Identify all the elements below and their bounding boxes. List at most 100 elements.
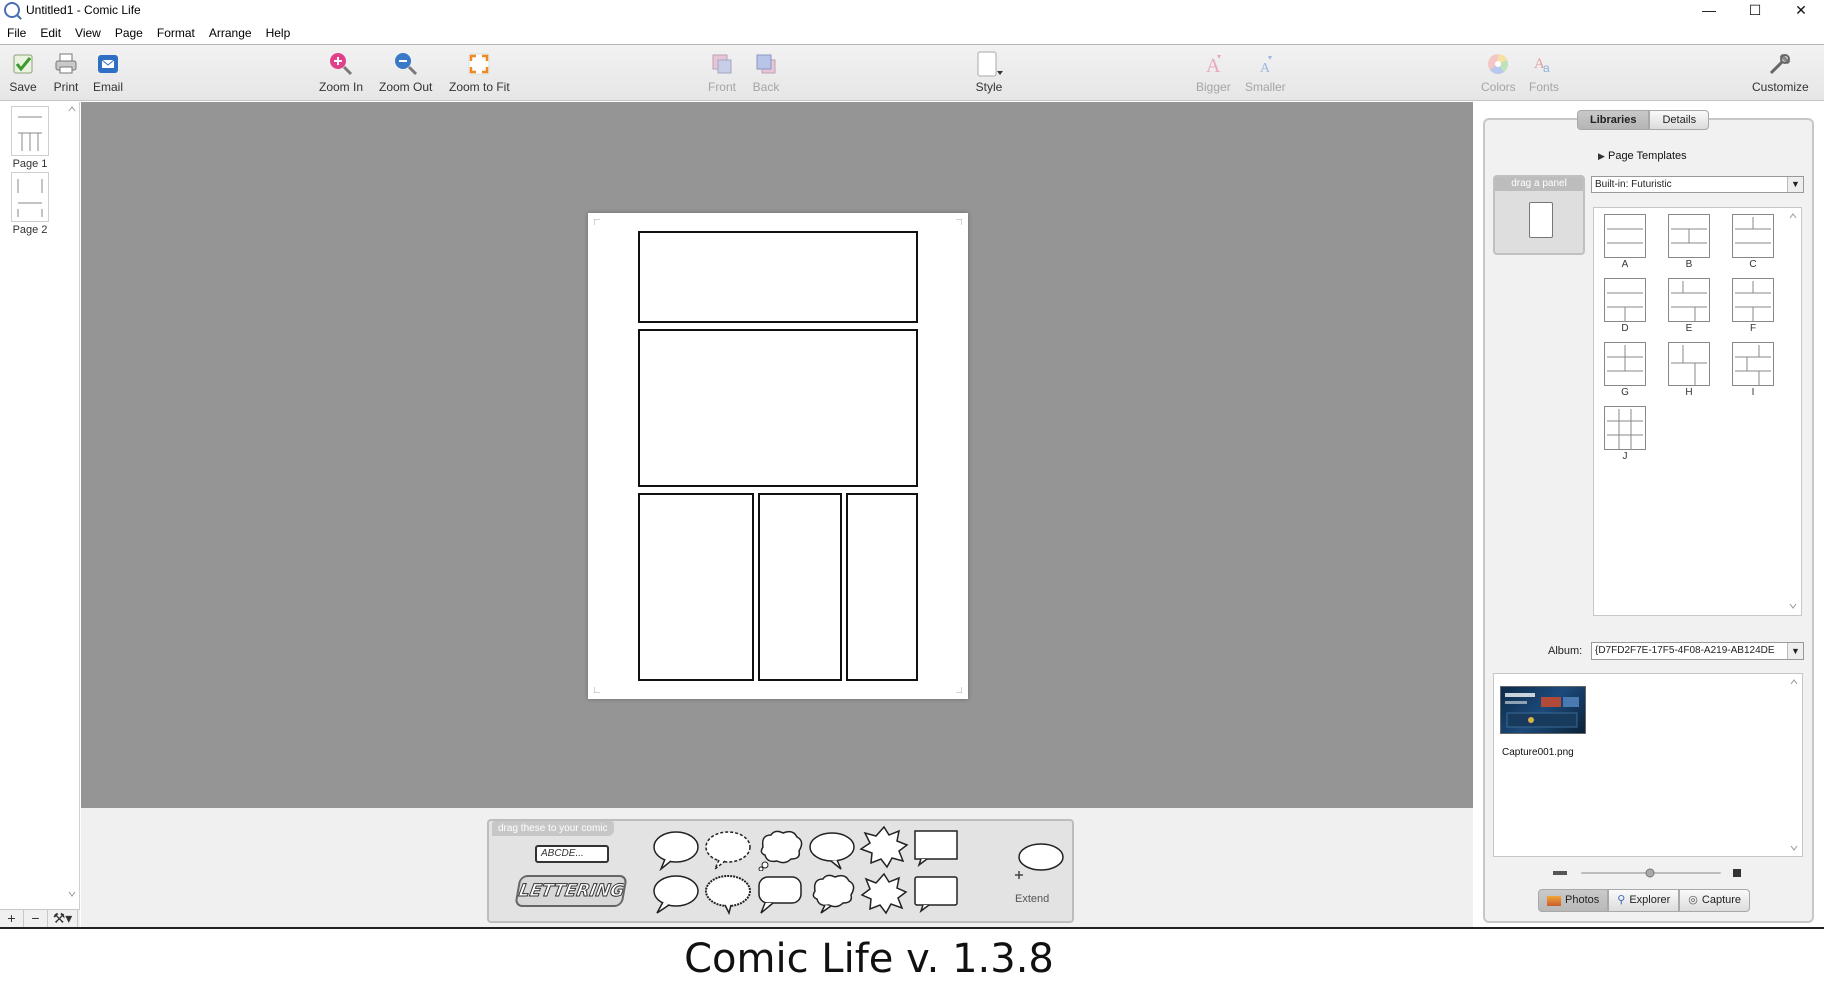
smaller-button[interactable]: A Smaller <box>1245 49 1286 94</box>
front-label: Front <box>707 80 736 94</box>
tab-capture-label: Capture <box>1701 894 1742 906</box>
close-button[interactable]: ✕ <box>1778 0 1824 20</box>
cloud-balloon[interactable] <box>807 873 857 915</box>
pages-toolbar: + − ⚒▾ <box>0 909 80 927</box>
save-button[interactable]: Save <box>8 49 38 94</box>
tab-photos-label: Photos <box>1565 894 1600 906</box>
page-thumbnail-1[interactable] <box>11 106 49 156</box>
send-to-back-button[interactable]: Back <box>751 49 781 94</box>
template-name: G <box>1621 387 1629 398</box>
maximize-button[interactable]: ☐ <box>1732 0 1778 20</box>
page-templates-header[interactable]: ▶ Page Templates <box>1598 150 1687 162</box>
menu-view[interactable]: View <box>68 24 108 42</box>
menu-format[interactable]: Format <box>150 24 202 42</box>
menu-file[interactable]: File <box>0 24 33 42</box>
drag-panel-source[interactable]: drag a panel <box>1493 175 1585 255</box>
template-f[interactable]: F <box>1728 274 1778 334</box>
template-b[interactable]: B <box>1664 210 1714 270</box>
style-button[interactable]: Style <box>974 49 1004 94</box>
template-name: J <box>1622 451 1628 462</box>
shout-balloon[interactable] <box>859 825 909 869</box>
print-label: Print <box>53 80 79 94</box>
style-swatch-icon <box>974 49 1004 79</box>
menu-edit[interactable]: Edit <box>33 24 68 42</box>
balloon-tray-title: drag these to your comic <box>492 821 614 836</box>
printer-icon <box>51 49 81 79</box>
thumbnail-size-slider[interactable] <box>1553 867 1743 879</box>
extend-balloon-icon[interactable] <box>1013 841 1065 881</box>
template-set-value: Built-in: Futuristic <box>1595 179 1672 190</box>
email-label: Email <box>93 80 124 94</box>
template-d[interactable]: D <box>1600 274 1650 334</box>
print-button[interactable]: Print <box>51 49 81 94</box>
template-preview <box>1668 214 1710 258</box>
comic-panel-3[interactable] <box>638 493 754 681</box>
bring-front-icon <box>707 49 737 79</box>
tab-libraries[interactable]: Libraries <box>1577 110 1650 130</box>
menu-help[interactable]: Help <box>259 24 298 42</box>
rounded-rect-balloon[interactable] <box>755 873 805 915</box>
menu-page[interactable]: Page <box>108 24 150 42</box>
small-grid-icon <box>1553 871 1567 875</box>
templates-scrollbar[interactable] <box>1787 208 1799 615</box>
speech-balloon-oval[interactable] <box>807 829 857 871</box>
photo-thumbnail[interactable] <box>1500 686 1586 734</box>
panel-shape-icon <box>1529 202 1553 238</box>
crop-mark <box>956 219 962 225</box>
slider-thumb[interactable] <box>1645 868 1655 878</box>
color-wheel-icon <box>1483 49 1513 79</box>
burst-balloon[interactable] <box>859 871 909 915</box>
rectangle-caption-balloon[interactable] <box>911 827 961 867</box>
template-a[interactable]: A <box>1600 210 1650 270</box>
tab-details[interactable]: Details <box>1649 110 1710 130</box>
comic-panel-4[interactable] <box>758 493 842 681</box>
template-preview <box>1604 342 1646 386</box>
scalloped-balloon[interactable] <box>703 873 753 915</box>
tab-photos[interactable]: Photos <box>1538 889 1609 912</box>
caption-box[interactable]: ABCDE... <box>535 845 609 863</box>
page-settings-button[interactable]: ⚒▾ <box>48 910 78 927</box>
speech-balloon-round[interactable] <box>651 829 701 871</box>
comic-canvas[interactable] <box>81 102 1473 808</box>
comic-page[interactable] <box>588 213 968 699</box>
zoom-in-button[interactable]: Zoom In <box>319 49 363 94</box>
album-value: {D7FD2F7E-17F5-4F08-A219-AB124DE <box>1595 645 1775 656</box>
thought-balloon[interactable] <box>755 829 805 871</box>
template-c[interactable]: C <box>1728 210 1778 270</box>
tab-explorer[interactable]: ⚲ Explorer <box>1608 889 1680 912</box>
speech-balloon-round-2[interactable] <box>651 873 701 915</box>
pages-scrollbar[interactable] <box>66 102 78 902</box>
zoom-to-fit-button[interactable]: Zoom to Fit <box>449 49 510 94</box>
page-thumbnail-2[interactable] <box>11 172 49 222</box>
bring-to-front-button[interactable]: Front <box>707 49 737 94</box>
comic-panel-5[interactable] <box>846 493 918 681</box>
album-dropdown[interactable]: {D7FD2F7E-17F5-4F08-A219-AB124DE ▼ <box>1591 642 1804 660</box>
remove-page-button[interactable]: − <box>24 910 48 927</box>
square-balloon[interactable] <box>911 873 961 913</box>
tab-capture[interactable]: ◎ Capture <box>1679 889 1751 912</box>
template-i[interactable]: I <box>1728 338 1778 398</box>
fonts-button[interactable]: Aa Fonts <box>1529 49 1559 94</box>
lettering-tool[interactable]: LETTERING <box>514 875 628 907</box>
template-set-dropdown[interactable]: Built-in: Futuristic ▼ <box>1591 176 1804 193</box>
comic-panel-2[interactable] <box>638 329 918 487</box>
minimize-button[interactable]: — <box>1686 0 1732 20</box>
template-preview <box>1604 278 1646 322</box>
menu-arrange[interactable]: Arrange <box>202 24 259 42</box>
zoom-out-button[interactable]: Zoom Out <box>379 49 432 94</box>
bigger-button[interactable]: A Bigger <box>1196 49 1231 94</box>
colors-button[interactable]: Colors <box>1481 49 1516 94</box>
whisper-balloon[interactable] <box>703 829 753 871</box>
template-h[interactable]: H <box>1664 338 1714 398</box>
template-j[interactable]: J <box>1600 402 1650 462</box>
photos-icon <box>1547 895 1561 906</box>
customize-button[interactable]: Customize <box>1752 49 1809 94</box>
comic-panel-1[interactable] <box>638 231 918 323</box>
email-button[interactable]: Email <box>93 49 123 94</box>
template-e[interactable]: E <box>1664 274 1714 334</box>
menu-bar: File Edit View Page Format Arrange Help <box>0 24 297 42</box>
template-g[interactable]: G <box>1600 338 1650 398</box>
add-page-button[interactable]: + <box>0 910 24 927</box>
photos-scrollbar[interactable] <box>1788 674 1800 856</box>
template-name: D <box>1621 323 1629 334</box>
